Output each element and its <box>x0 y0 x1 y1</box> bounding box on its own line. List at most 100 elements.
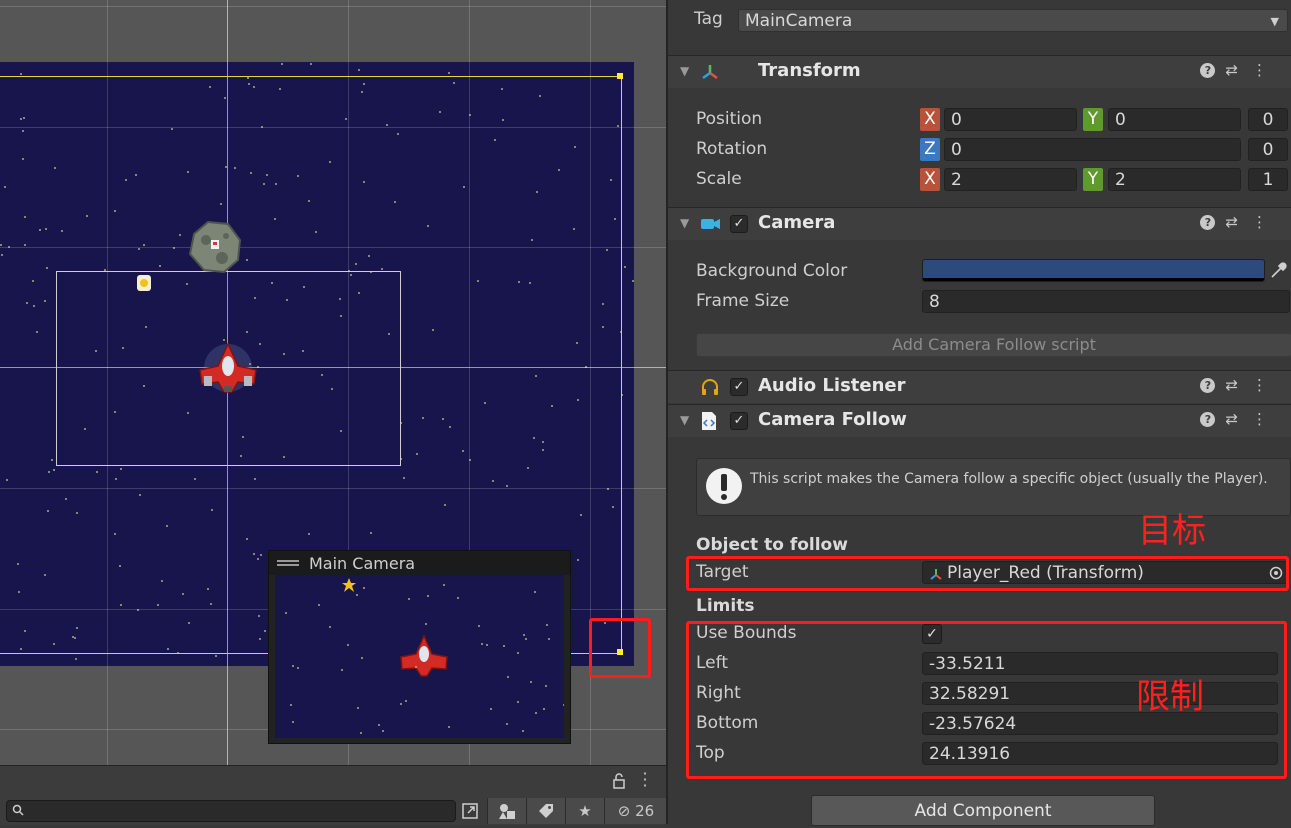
star-dot <box>490 708 492 710</box>
help-icon[interactable]: ? <box>1200 412 1216 427</box>
position-z-field[interactable]: 0 <box>1248 108 1288 131</box>
drag-handle-icon[interactable] <box>277 560 299 562</box>
shapes-icon <box>499 804 515 819</box>
star-dot <box>358 69 360 71</box>
axis-z-label[interactable]: Z <box>920 138 940 161</box>
camera-preview-titlebar[interactable]: Main Camera <box>269 551 570 575</box>
lock-icon[interactable] <box>612 773 626 789</box>
star-dot <box>525 638 527 640</box>
rotation-z-field[interactable]: 0 <box>944 138 1241 161</box>
foldout-arrow-icon[interactable]: ▼ <box>680 64 689 78</box>
info-icon <box>706 468 742 504</box>
star-dot <box>443 584 445 586</box>
transform-icon <box>702 65 718 80</box>
hidden-objects-toggle[interactable]: ⊘ 26 <box>604 798 667 824</box>
star-dot <box>530 681 532 683</box>
limits-annotation: 限制 <box>1136 677 1204 717</box>
star-dot <box>297 667 299 669</box>
limits-heading: Limits <box>696 596 755 616</box>
star-pickup-sprite <box>342 578 356 592</box>
kebab-menu-icon[interactable]: ⋮ <box>1252 213 1281 231</box>
camera-header[interactable]: ▼ ✓ Camera ? ⇄⋮ <box>668 207 1291 240</box>
search-input[interactable] <box>6 800 456 822</box>
preset-icon[interactable]: ⇄ <box>1225 213 1252 231</box>
preset-icon[interactable]: ⇄ <box>1225 376 1252 394</box>
axis-y-label[interactable]: Y <box>1083 168 1103 191</box>
scale-y-field[interactable]: 2 <box>1108 168 1241 191</box>
star-dot <box>506 723 508 725</box>
camera-follow-enabled-checkbox[interactable]: ✓ <box>730 412 748 430</box>
transform-title: Transform <box>758 60 861 81</box>
star-dot <box>624 266 626 268</box>
component-header-icons: ? ⇄⋮ <box>1200 61 1281 79</box>
help-icon[interactable]: ? <box>1200 63 1216 78</box>
star-dot <box>543 708 545 710</box>
eyedropper-icon[interactable] <box>1268 261 1288 281</box>
star-dot <box>535 712 537 714</box>
frame-size-field[interactable]: 8 <box>922 290 1290 313</box>
kebab-menu-icon[interactable]: ⋮ <box>1252 61 1281 79</box>
help-icon[interactable]: ? <box>1200 378 1216 393</box>
tag-label: Tag <box>694 9 723 29</box>
scale-x-field[interactable]: 2 <box>944 168 1077 191</box>
axis-x-label[interactable]: X <box>920 168 940 191</box>
add-camera-follow-button[interactable]: Add Camera Follow script <box>696 333 1291 357</box>
transform-header[interactable]: ▼ Transform ? ⇄⋮ <box>668 55 1291 88</box>
star-dot <box>507 676 509 678</box>
camera-enabled-checkbox[interactable]: ✓ <box>730 215 748 233</box>
rotation-extra-field[interactable]: 0 <box>1248 138 1288 161</box>
background-color-swatch[interactable] <box>922 259 1265 282</box>
favorites-button[interactable]: ★ <box>565 798 604 824</box>
preset-icon[interactable]: ⇄ <box>1225 410 1252 428</box>
open-external-button[interactable] <box>456 798 484 824</box>
star-dot <box>361 657 363 659</box>
player-ship-preview-sprite <box>400 634 448 677</box>
axis-y-label[interactable]: Y <box>1083 108 1103 131</box>
kebab-menu-icon[interactable]: ⋮ <box>1252 410 1281 428</box>
player-ship-sprite[interactable] <box>196 340 260 396</box>
audio-listener-header[interactable]: ✓ Audio Listener ? ⇄⋮ <box>668 370 1291 403</box>
help-icon[interactable]: ? <box>1200 215 1216 230</box>
tag-value: MainCamera <box>745 11 853 31</box>
star-dot <box>310 63 312 65</box>
star-dot <box>357 707 359 709</box>
foldout-arrow-icon[interactable]: ▼ <box>680 216 689 230</box>
headphones-icon <box>702 379 718 395</box>
star-dot <box>632 280 634 282</box>
star-dot <box>563 704 564 706</box>
star-dot <box>341 669 343 671</box>
star-dot <box>292 721 294 723</box>
scale-label: Scale <box>696 169 742 189</box>
star-dot <box>318 604 320 606</box>
rotation-label: Rotation <box>696 139 768 159</box>
add-component-button[interactable]: Add Component <box>811 795 1155 826</box>
star-dot <box>378 724 380 726</box>
position-x-field[interactable]: 0 <box>944 108 1077 131</box>
more-options-icon[interactable]: · · · <box>640 766 650 794</box>
shapes-filter-button[interactable] <box>487 798 526 824</box>
asteroid-sprite[interactable] <box>186 218 244 276</box>
star-dot <box>481 643 483 645</box>
star-dot <box>281 63 283 65</box>
bounds-handle-top-right[interactable] <box>617 73 623 79</box>
preset-icon[interactable]: ⇄ <box>1225 61 1252 79</box>
foldout-arrow-icon[interactable]: ▼ <box>680 413 689 427</box>
position-y-field[interactable]: 0 <box>1108 108 1241 131</box>
object-to-follow-heading: Object to follow <box>696 535 848 555</box>
camera-title: Camera <box>758 212 836 233</box>
camera-follow-header[interactable]: ▼ ✓ Camera Follow ? ⇄⋮ <box>668 404 1291 437</box>
camera-follow-title: Camera Follow <box>758 409 907 430</box>
star-dot <box>356 594 358 596</box>
tag-dropdown[interactable]: MainCamera ▼ <box>738 9 1288 32</box>
axis-x-label[interactable]: X <box>920 108 940 131</box>
star-dot <box>523 634 525 636</box>
star-dot <box>548 638 550 640</box>
kebab-menu-icon[interactable]: ⋮ <box>1252 376 1281 394</box>
star-dot <box>405 700 407 702</box>
audio-listener-enabled-checkbox[interactable]: ✓ <box>730 378 748 396</box>
star-dot <box>425 623 427 625</box>
scene-view[interactable]: Main Camera <box>0 0 666 765</box>
label-filter-button[interactable] <box>526 798 565 824</box>
scale-z-field[interactable]: 1 <box>1248 168 1288 191</box>
coin-pickup-sprite[interactable] <box>135 273 153 293</box>
